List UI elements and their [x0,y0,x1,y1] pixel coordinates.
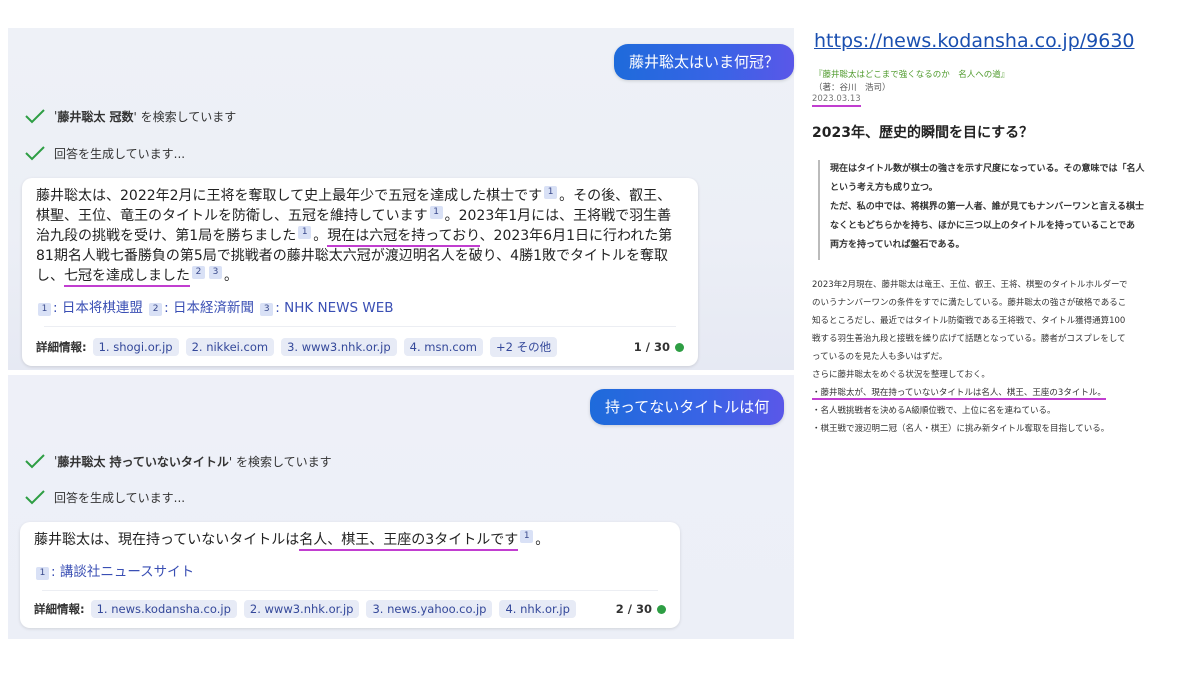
article-excerpt: https://news.kodansha.co.jp/9630 『藤井聡太はど… [806,26,1200,466]
search-query: 藤井聡太 持っていないタイトル [57,454,229,469]
answer-segment: 。 [313,228,328,244]
citation-ref[interactable]: 1 [36,567,49,580]
quote-line: ただ、私の中では、将棋界の第一人者、誰が見てもナンバーワンと言える棋士 [830,202,1145,212]
answer-card: 藤井聡太は、現在持っていないタイトルは名人、棋王、王座の3タイトルです 1。 1:… [20,522,680,628]
check-icon [25,146,45,161]
search-status-suffix: ' を検索しています [133,109,237,124]
article-author: （著：谷川 浩司） [814,83,891,93]
reference-chip[interactable]: 3. www3.nhk.or.jp [281,338,397,356]
turn-counter-text: 2 / 30 [615,602,652,616]
generating-status-text: 回答を生成しています... [54,490,186,505]
citation-ref[interactable]: 1 [298,226,312,240]
turn-counter: 2 / 30 [616,602,666,616]
answer-segment: 藤井聡太は、現在持っていないタイトルは [34,532,300,548]
quote-line: 現在はタイトル数が棋士の強さを示す尺度になっている。その意味では「名人 [830,164,1145,174]
generating-status: 回答を生成しています... [24,487,185,507]
article-url-link[interactable]: https://news.kodansha.co.jp/9630 [814,30,1135,52]
source-link[interactable]: 日本経済新聞 [173,300,254,316]
highlighted-text: 現在は六冠を持っており [327,228,480,247]
body-line: のいうナンバーワンの条件をすでに満たしている。藤井聡太の強さが破格であるこ [812,298,1127,308]
bullet-line: ・棋王戦で渡辺明二冠（名人・棋王）に挑み新タイトル奪取を目指している。 [812,424,1110,434]
quote-line: という考え方も成り立つ。 [830,183,938,193]
bullet-line: ・名人戦挑戦者を決めるA級順位戦で、上位に名を連ねている。 [812,406,1056,416]
more-references-chip[interactable]: +2 その他 [489,337,558,357]
article-body: 2023年2月現在、藤井聡太は竜王、王位、叡王、王将、棋聖のタイトルホルダーで … [812,276,1200,438]
search-status-suffix: ' を検索しています [228,454,332,469]
highlighted-text: 名人、棋王、王座の3タイトルです [299,532,519,551]
search-status: ' 藤井聡太 持っていないタイトル ' を検索しています [24,451,332,471]
details-label: 詳細情報: [36,340,87,354]
check-icon [25,490,45,505]
citation-ref[interactable]: 2 [149,303,163,316]
chat-panel-turn1: 藤井聡太はいま何冠？ ' 藤井聡太 冠数 ' を検索しています 回答を生成してい… [8,28,795,370]
answer-text: 藤井聡太は、現在持っていないタイトルは名人、棋王、王座の3タイトルです 1。 [34,530,666,551]
check-icon [25,109,45,124]
source-link[interactable]: 日本将棋連盟 [62,300,143,316]
status-dot-icon [657,604,666,614]
divider [44,326,676,327]
reference-chip[interactable]: 4. nhk.or.jp [499,600,576,618]
details-label: 詳細情報: [34,602,85,616]
status-dot-icon [675,342,684,352]
answer-segment: 。 [224,268,238,284]
search-query: 藤井聡太 冠数 [57,109,134,124]
turn-counter: 1 / 30 [634,340,684,354]
reference-chip[interactable]: 2. www3.nhk.or.jp [243,600,360,618]
turn-counter-text: 1 / 30 [633,340,670,354]
generating-status: 回答を生成しています... [24,143,185,163]
highlighted-text: ・藤井聡太が、現在持っていないタイトルは名人、棋王、王座の3タイトル。 [812,388,1106,400]
body-line: 戦する羽生善治九段と接戦を繰り広げて話題となっている。勝者がコスプレをして [812,334,1126,344]
reference-chip[interactable]: 3. news.yahoo.co.jp [366,600,493,618]
citation-ref[interactable]: 2 [192,266,205,280]
answer-segment: 藤井聡太は、2022年2月に王将を奪取して史上最年少で五冠を達成した棋士です [36,188,543,204]
highlighted-text: 七冠を達成しました [64,268,190,287]
details-row: 詳細情報: 1. news.kodansha.co.jp 2. www3.nhk… [34,598,666,620]
reference-chip[interactable]: 2. nikkei.com [185,338,275,356]
body-line: 知るところだし、最近ではタイトル防衛戦である王将戦で、タイトル獲得通算100 [812,316,1126,326]
reference-chip[interactable]: 1. news.kodansha.co.jp [90,600,237,618]
quote-line: なくともどちらかを持ち、ほかに三つ以上のタイトルを持っていることであ [830,221,1136,231]
answer-card: 藤井聡太は、2022年2月に王将を奪取して史上最年少で五冠を達成した棋士です 1。… [22,178,698,366]
quote-line: 両方を持っていれば盤石である。 [830,240,965,250]
chat-panel-turn2: 持ってないタイトルは何 ' 藤井聡太 持っていないタイトル ' を検索しています… [8,375,794,639]
body-line: さらに藤井聡太をめぐる状況を整理しておく。 [812,370,990,380]
body-line: 2023年2月現在、藤井聡太は竜王、王位、叡王、王将、棋聖のタイトルホルダーで [812,280,1128,290]
divider [42,590,658,591]
bullet-line-highlighted: ・藤井聡太が、現在持っていないタイトルは名人、棋王、王座の3タイトル。 [812,384,1200,402]
citation-ref[interactable]: 3 [209,266,222,280]
answer-text: 藤井聡太は、2022年2月に王将を奪取して史上最年少で五冠を達成した棋士です 1。… [36,186,684,287]
reference-chip[interactable]: 1. shogi.or.jp [92,338,179,356]
check-icon [25,454,45,469]
citation-ref[interactable]: 1 [544,186,558,200]
article-series-title: 『藤井聡太はどこまで強くなるのか 名人への道』 [814,70,1010,80]
answer-segment: 。 [535,532,550,548]
citation-ref[interactable]: 3 [260,303,274,316]
body-line: っているのを見た人も多いはずだ。 [812,352,948,362]
reference-chip[interactable]: 4. msn.com [403,338,483,356]
user-message-bubble: 藤井聡太はいま何冠？ [614,44,795,80]
user-message-bubble: 持ってないタイトルは何 [590,389,785,425]
source-link[interactable]: NHK NEWS WEB [284,300,393,316]
search-status: ' 藤井聡太 冠数 ' を検索しています [24,106,236,126]
article-quote: 現在はタイトル数が棋士の強さを示す尺度になっている。その意味では「名人 という考… [818,160,1200,260]
article-date: 2023.03.13 [812,94,861,107]
citation-ref[interactable]: 1 [520,530,534,544]
source-link[interactable]: 講談社ニュースサイト [60,564,194,580]
source-list: 1: 講談社ニュースサイト [34,560,194,580]
citation-ref[interactable]: 1 [429,206,443,220]
generating-status-text: 回答を生成しています... [54,146,186,161]
citation-ref[interactable]: 1 [38,303,51,316]
source-list: 1: 日本将棋連盟 2: 日本経済新聞 3: NHK NEWS WEB [36,296,394,316]
details-row: 詳細情報: 1. shogi.or.jp 2. nikkei.com 3. ww… [36,336,684,358]
article-heading: 2023年、歴史的瞬間を目にする？ [812,125,1034,141]
